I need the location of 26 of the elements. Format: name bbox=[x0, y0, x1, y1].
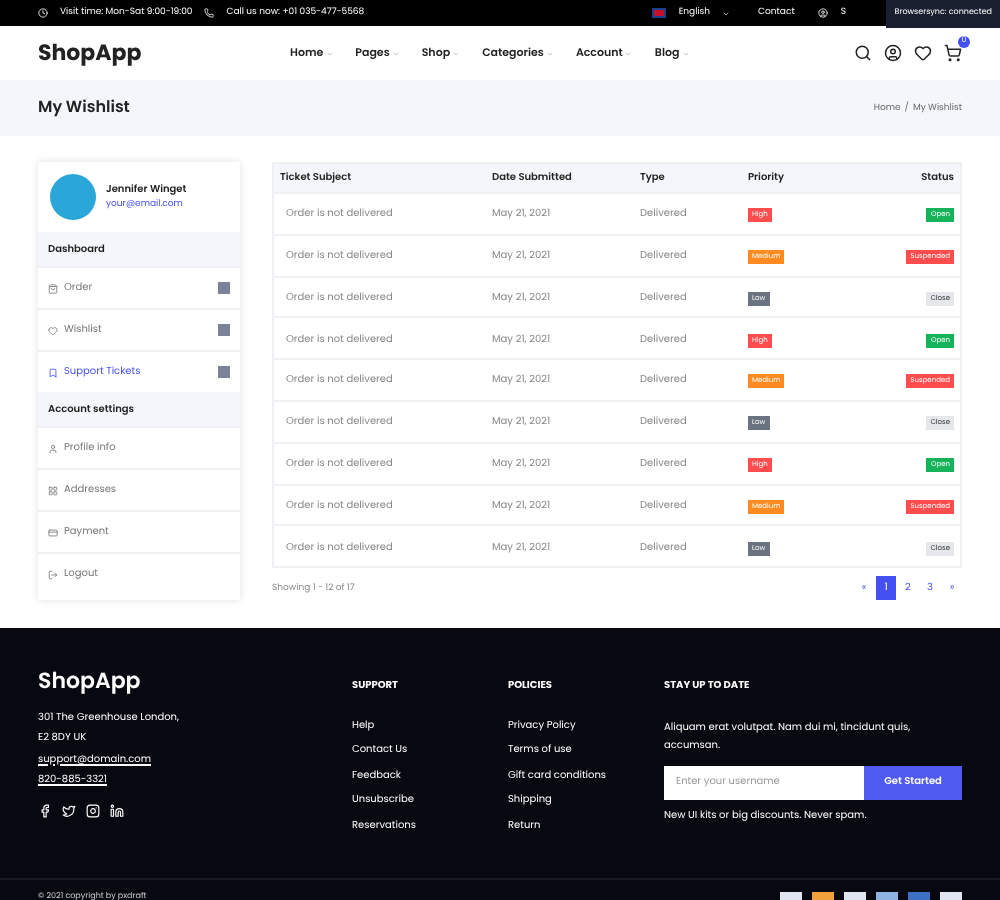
account-icon[interactable] bbox=[884, 44, 902, 62]
heart-icon[interactable] bbox=[914, 44, 932, 62]
search-icon[interactable] bbox=[854, 44, 872, 62]
user-icon bbox=[48, 443, 58, 453]
bookmark-icon bbox=[48, 367, 58, 377]
footer-logo[interactable]: ShopApp bbox=[38, 664, 352, 697]
phone-icon bbox=[204, 8, 215, 18]
instagram-icon[interactable] bbox=[86, 803, 100, 817]
grid-icon bbox=[48, 485, 58, 495]
flag-icon bbox=[652, 8, 667, 18]
facebook-icon[interactable] bbox=[38, 803, 52, 817]
avatar bbox=[50, 174, 96, 220]
count-badge bbox=[218, 282, 230, 294]
clock-icon bbox=[38, 8, 48, 18]
cart-icon[interactable] bbox=[944, 44, 962, 62]
linkedin-icon[interactable] bbox=[110, 803, 124, 817]
count-badge bbox=[218, 324, 230, 336]
count-badge bbox=[218, 366, 230, 378]
user-icon bbox=[818, 8, 829, 18]
card-icon bbox=[48, 527, 58, 537]
twitter-icon[interactable] bbox=[62, 803, 76, 817]
logo[interactable]: ShopApp bbox=[38, 36, 290, 70]
logout-icon bbox=[48, 569, 58, 579]
heart-icon bbox=[48, 325, 58, 335]
page-title: My Wishlist bbox=[38, 96, 130, 120]
bag-icon bbox=[48, 283, 58, 293]
